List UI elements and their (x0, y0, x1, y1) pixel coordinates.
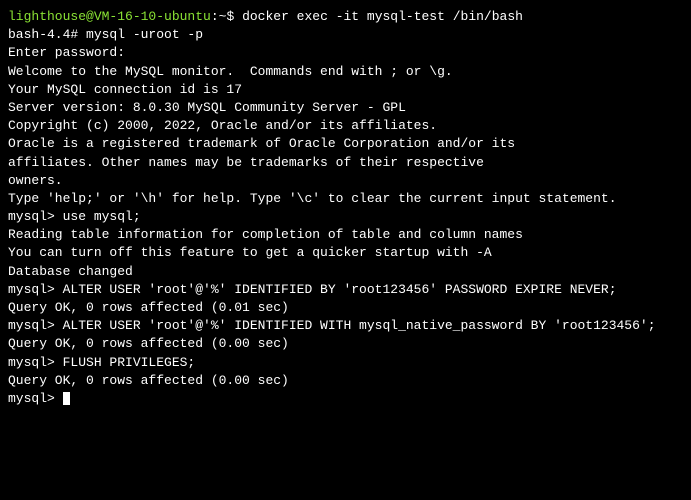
command-text: docker exec -it mysql-test /bin/bash (242, 9, 523, 24)
prompt-sign: $ (226, 9, 242, 24)
mysql-command: mysql> ALTER USER 'root'@'%' IDENTIFIED … (8, 317, 683, 335)
terminal-line: Enter password: (8, 44, 683, 62)
mysql-prompt-active[interactable]: mysql> (8, 390, 683, 408)
terminal-line: Database changed (8, 263, 683, 281)
terminal-output[interactable]: lighthouse@VM-16-10-ubuntu:~$ docker exe… (8, 8, 683, 408)
mysql-prompt-text: mysql> (8, 391, 63, 406)
terminal-line: bash-4.4# mysql -uroot -p (8, 26, 683, 44)
terminal-line: Reading table information for completion… (8, 226, 683, 244)
terminal-line: Oracle is a registered trademark of Orac… (8, 135, 683, 153)
prompt-colon: : (211, 9, 219, 24)
query-result: Query OK, 0 rows affected (0.01 sec) (8, 299, 683, 317)
terminal-line: Server version: 8.0.30 MySQL Community S… (8, 99, 683, 117)
user-host: lighthouse@VM-16-10-ubuntu (8, 9, 211, 24)
shell-prompt-line: lighthouse@VM-16-10-ubuntu:~$ docker exe… (8, 8, 683, 26)
mysql-command: mysql> FLUSH PRIVILEGES; (8, 354, 683, 372)
query-result: Query OK, 0 rows affected (0.00 sec) (8, 372, 683, 390)
mysql-command: mysql> use mysql; (8, 208, 683, 226)
cursor-icon (63, 392, 70, 405)
terminal-line: Your MySQL connection id is 17 (8, 81, 683, 99)
terminal-line: Copyright (c) 2000, 2022, Oracle and/or … (8, 117, 683, 135)
mysql-command: mysql> ALTER USER 'root'@'%' IDENTIFIED … (8, 281, 683, 299)
terminal-line: Welcome to the MySQL monitor. Commands e… (8, 63, 683, 81)
terminal-line: owners. (8, 172, 683, 190)
terminal-line: Type 'help;' or '\h' for help. Type '\c'… (8, 190, 683, 208)
terminal-line: You can turn off this feature to get a q… (8, 244, 683, 262)
query-result: Query OK, 0 rows affected (0.00 sec) (8, 335, 683, 353)
terminal-line: affiliates. Other names may be trademark… (8, 154, 683, 172)
